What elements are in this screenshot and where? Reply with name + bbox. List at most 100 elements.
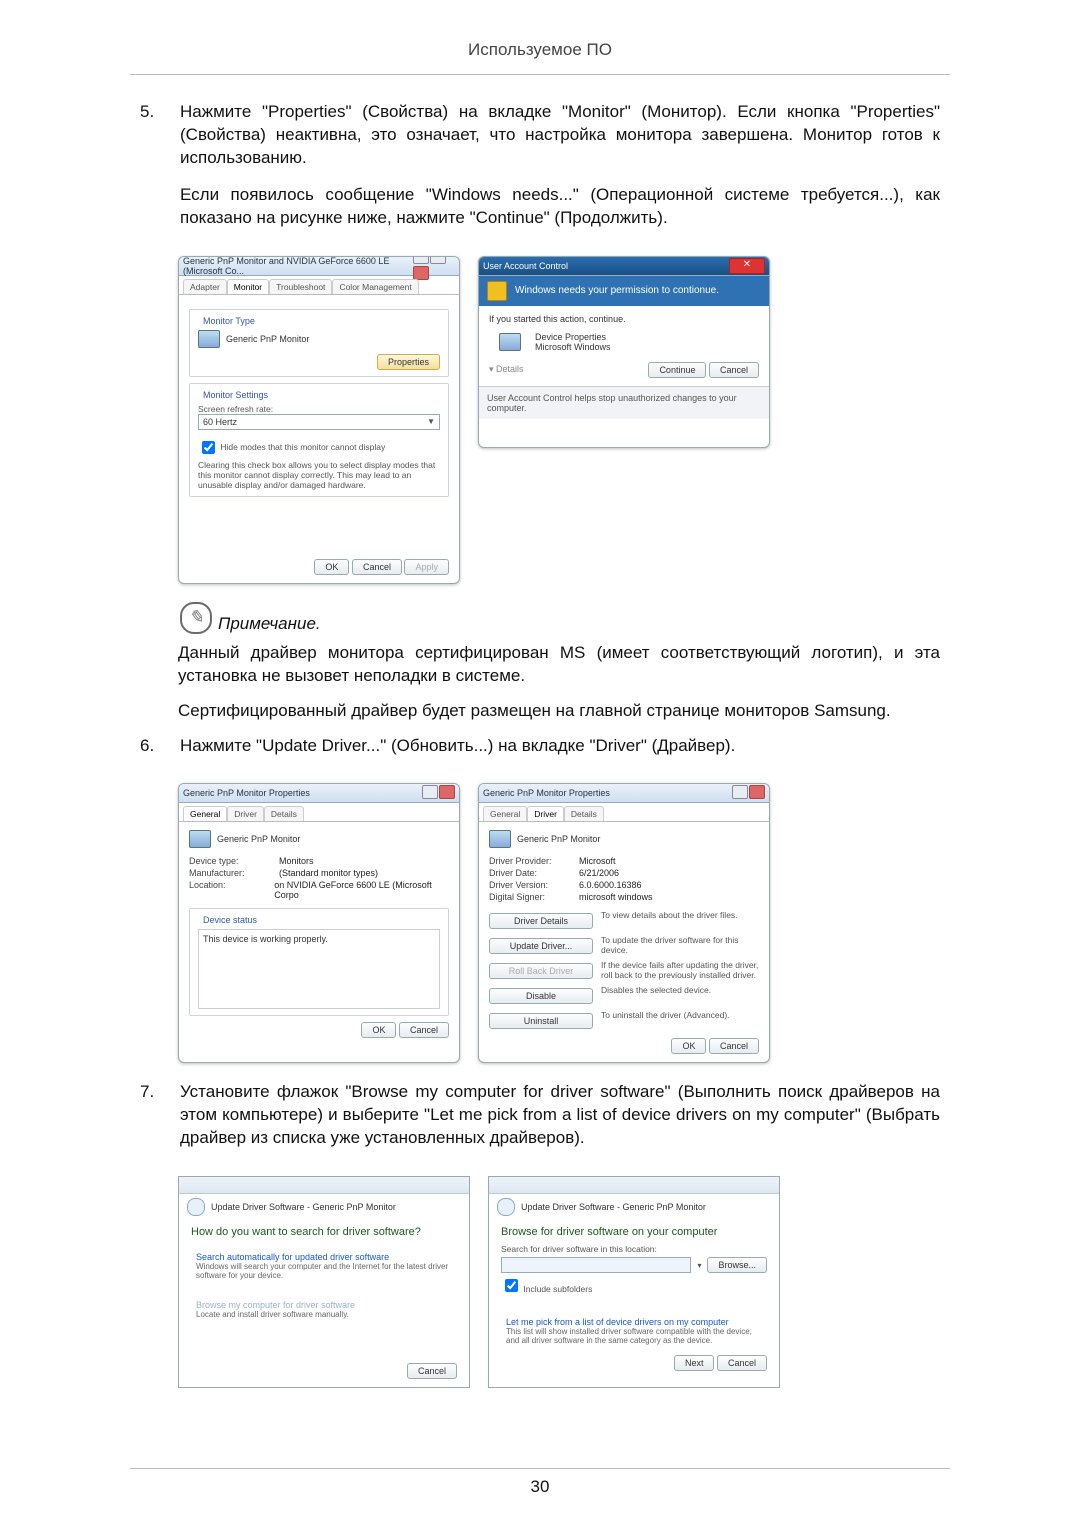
figure-2: Generic PnP Monitor Properties General D… <box>178 783 940 1063</box>
window-titlebar: Generic PnP Monitor and NVIDIA GeForce 6… <box>179 257 459 276</box>
update-driver-button[interactable]: Update Driver... <box>489 938 593 954</box>
option-desc: Windows will search your computer and th… <box>196 1262 452 1280</box>
tab-troubleshoot[interactable]: Troubleshoot <box>269 279 332 294</box>
tab-general[interactable]: General <box>483 806 527 821</box>
figure-3: Update Driver Software - Generic PnP Mon… <box>178 1176 940 1388</box>
tabs[interactable]: General Driver Details <box>179 803 459 822</box>
uac-banner: Windows needs your permission to contion… <box>479 276 769 306</box>
update-driver-desc: To update the driver software for this d… <box>601 935 759 955</box>
step-6-para: Нажмите "Update Driver..." (Обновить...)… <box>180 735 940 758</box>
properties-button[interactable]: Properties <box>377 354 440 370</box>
refresh-rate-value: 60 Hertz <box>203 417 237 427</box>
device-status-label: Device status <box>200 915 260 925</box>
step-5: 5. Нажмите "Properties" (Свойства) на вк… <box>140 101 940 244</box>
device-type-value: Monitors <box>279 856 314 866</box>
wizard-heading: How do you want to search for driver sof… <box>179 1220 469 1240</box>
step-6: 6. Нажмите "Update Driver..." (Обновить.… <box>140 735 940 772</box>
refresh-rate-label: Screen refresh rate: <box>198 404 440 414</box>
option-search-auto[interactable]: Search automatically for updated driver … <box>191 1248 457 1284</box>
ok-button[interactable]: OK <box>671 1038 706 1054</box>
hide-modes-label: Hide modes that this monitor cannot disp… <box>220 441 385 451</box>
next-button[interactable]: Next <box>674 1355 715 1371</box>
breadcrumb: Update Driver Software - Generic PnP Mon… <box>521 1202 706 1212</box>
uninstall-button[interactable]: Uninstall <box>489 1013 593 1029</box>
ok-button[interactable]: OK <box>361 1022 396 1038</box>
ok-button[interactable]: OK <box>314 559 349 575</box>
window-buttons[interactable] <box>421 785 455 801</box>
step-7: 7. Установите флажок "Browse my computer… <box>140 1081 940 1164</box>
monitor-settings-label: Monitor Settings <box>200 390 271 400</box>
step-7-para: Установите флажок "Browse my computer fo… <box>180 1081 940 1150</box>
refresh-rate-select[interactable]: 60 Hertz ▼ <box>198 414 440 430</box>
tab-details[interactable]: Details <box>564 806 604 821</box>
cancel-button[interactable]: Cancel <box>709 1038 759 1054</box>
note-para-1: Данный драйвер монитора сертифицирован M… <box>178 642 940 688</box>
back-icon[interactable] <box>497 1198 515 1216</box>
back-icon[interactable] <box>187 1198 205 1216</box>
include-subfolders-checkbox[interactable] <box>505 1279 518 1292</box>
tabs[interactable]: Adapter Monitor Troubleshoot Color Manag… <box>179 276 459 295</box>
details-expand[interactable]: ▾ Details <box>489 364 524 375</box>
header-rule <box>130 74 950 75</box>
chevron-down-icon: ▼ <box>427 417 435 426</box>
tab-general[interactable]: General <box>183 806 227 821</box>
monitor-icon <box>198 330 220 348</box>
tab-driver[interactable]: Driver <box>227 806 264 821</box>
tab-color-mgmt[interactable]: Color Management <box>332 279 418 294</box>
option-pick-from-list[interactable]: Let me pick from a list of device driver… <box>501 1313 767 1349</box>
device-name: Generic PnP Monitor <box>517 834 600 844</box>
cancel-button[interactable]: Cancel <box>352 559 402 575</box>
step-5-para-1: Нажмите "Properties" (Свойства) на вклад… <box>180 101 940 170</box>
cancel-button[interactable]: Cancel <box>399 1022 449 1038</box>
tab-adapter[interactable]: Adapter <box>183 279 227 294</box>
search-location-label: Search for driver software in this locat… <box>501 1244 767 1254</box>
step-5-para-2: Если появилось сообщение "Windows needs.… <box>180 184 940 230</box>
note-para-2: Сертифицированный драйвер будет размещен… <box>178 700 940 723</box>
tab-monitor[interactable]: Monitor <box>227 279 269 294</box>
driver-details-button[interactable]: Driver Details <box>489 913 593 929</box>
cancel-button[interactable]: Cancel <box>407 1363 457 1379</box>
wizard-browse-window: Update Driver Software - Generic PnP Mon… <box>488 1176 780 1388</box>
disable-button[interactable]: Disable <box>489 988 593 1004</box>
chevron-down-icon[interactable]: ▾ <box>697 1261 701 1270</box>
hide-modes-desc: Clearing this check box allows you to se… <box>198 460 440 490</box>
uac-window: User Account Control ✕ Windows needs you… <box>478 256 770 448</box>
uac-title: User Account Control <box>483 261 568 271</box>
driver-details-desc: To view details about the driver files. <box>601 910 759 920</box>
monitor-properties-window: Generic PnP Monitor and NVIDIA GeForce 6… <box>178 256 460 584</box>
location-field[interactable] <box>501 1257 691 1273</box>
shield-icon <box>487 281 507 301</box>
monitor-name: Generic PnP Monitor <box>226 334 309 344</box>
tabs[interactable]: General Driver Details <box>479 803 769 822</box>
disable-desc: Disables the selected device. <box>601 985 759 995</box>
option-browse-computer[interactable]: Browse my computer for driver software L… <box>191 1296 457 1323</box>
cancel-button[interactable]: Cancel <box>717 1355 767 1371</box>
tab-details[interactable]: Details <box>264 806 304 821</box>
browse-button[interactable]: Browse... <box>707 1257 767 1273</box>
manufacturer-label: Manufacturer: <box>189 868 279 878</box>
uac-item-2: Microsoft Windows <box>535 342 611 352</box>
driver-version-value: 6.0.6000.16386 <box>579 880 642 890</box>
details-label: Details <box>496 364 524 374</box>
device-status-box: This device is working properly. <box>198 929 440 1009</box>
continue-button[interactable]: Continue <box>648 362 706 378</box>
option-desc: This list will show installed driver sof… <box>506 1327 762 1345</box>
page-number: 30 <box>0 1477 1080 1497</box>
uac-footer: User Account Control helps stop unauthor… <box>479 386 769 419</box>
uac-banner-text: Windows needs your permission to contion… <box>515 285 719 296</box>
cancel-button[interactable]: Cancel <box>709 362 759 378</box>
option-title: Let me pick from a list of device driver… <box>506 1317 762 1327</box>
page-footer: 30 <box>0 1468 1080 1497</box>
rollback-driver-button: Roll Back Driver <box>489 963 593 979</box>
breadcrumb: Update Driver Software - Generic PnP Mon… <box>211 1202 396 1212</box>
tab-driver[interactable]: Driver <box>527 806 564 821</box>
device-type-label: Device type: <box>189 856 279 866</box>
location-label: Location: <box>189 880 274 900</box>
window-buttons[interactable] <box>731 785 765 801</box>
close-icon[interactable]: ✕ <box>729 258 765 274</box>
window-buttons[interactable] <box>412 256 455 282</box>
uac-titlebar: User Account Control ✕ <box>479 257 769 276</box>
uninstall-desc: To uninstall the driver (Advanced). <box>601 1010 759 1020</box>
wizard-search-window: Update Driver Software - Generic PnP Mon… <box>178 1176 470 1388</box>
hide-modes-checkbox[interactable] <box>202 441 215 454</box>
